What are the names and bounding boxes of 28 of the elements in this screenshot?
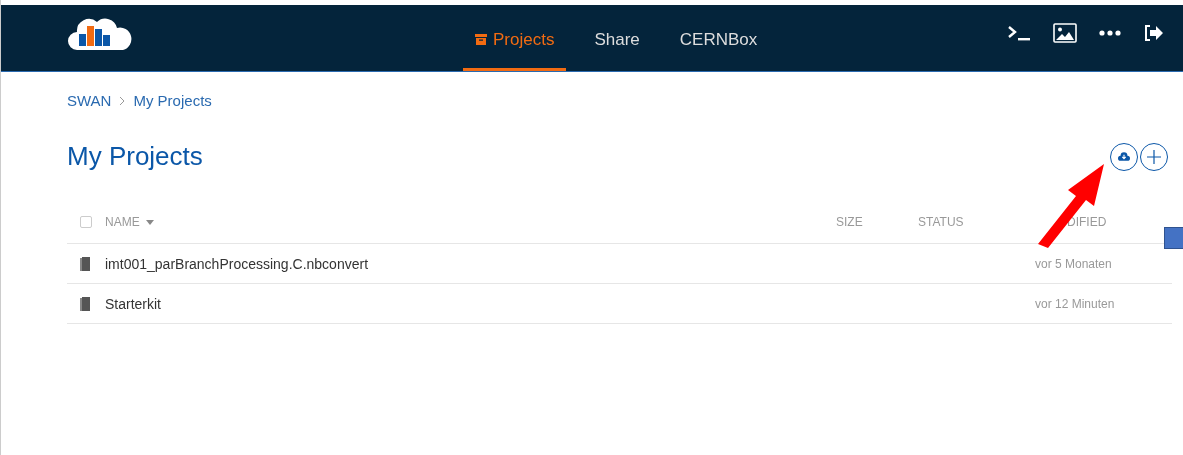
plus-icon — [1146, 148, 1162, 165]
breadcrumb-link[interactable]: My Projects — [133, 92, 212, 109]
terminal-icon[interactable] — [1007, 25, 1031, 41]
caret-down-icon — [145, 219, 154, 225]
project-name[interactable]: imt001_parBranchProcessing.C.nbconvert — [105, 255, 836, 272]
more-icon[interactable] — [1099, 30, 1121, 36]
column-header[interactable]: STATUS — [918, 215, 1035, 229]
modified-time: vor 5 Monaten — [1035, 256, 1113, 271]
breadcrumb-link[interactable]: SWAN — [67, 92, 112, 109]
archive-box-icon — [475, 34, 487, 45]
image-icon[interactable] — [1053, 23, 1077, 43]
column-header[interactable]: NAME — [105, 215, 140, 229]
modified-time: vor 12 Minuten — [1035, 296, 1116, 311]
cloud-download-icon — [1118, 152, 1130, 161]
project-name[interactable]: Starterkit — [105, 295, 836, 312]
notebook-icon — [80, 256, 90, 271]
nav-tab[interactable]: CERNBox — [667, 5, 770, 71]
select-all-checkbox[interactable] — [80, 216, 92, 228]
column-header[interactable]: SIZE — [836, 215, 918, 229]
notebook-icon — [80, 296, 90, 311]
chevron-right-icon — [119, 95, 126, 106]
page-title: My Projects — [67, 141, 203, 172]
cloud-chart-logo[interactable] — [67, 16, 133, 52]
nav-tab[interactable]: Share — [582, 5, 652, 71]
nav-tab[interactable]: Projects — [463, 5, 567, 71]
add-button[interactable] — [1140, 142, 1168, 171]
cloud-download-button[interactable] — [1110, 142, 1138, 171]
logout-icon[interactable] — [1143, 24, 1163, 42]
